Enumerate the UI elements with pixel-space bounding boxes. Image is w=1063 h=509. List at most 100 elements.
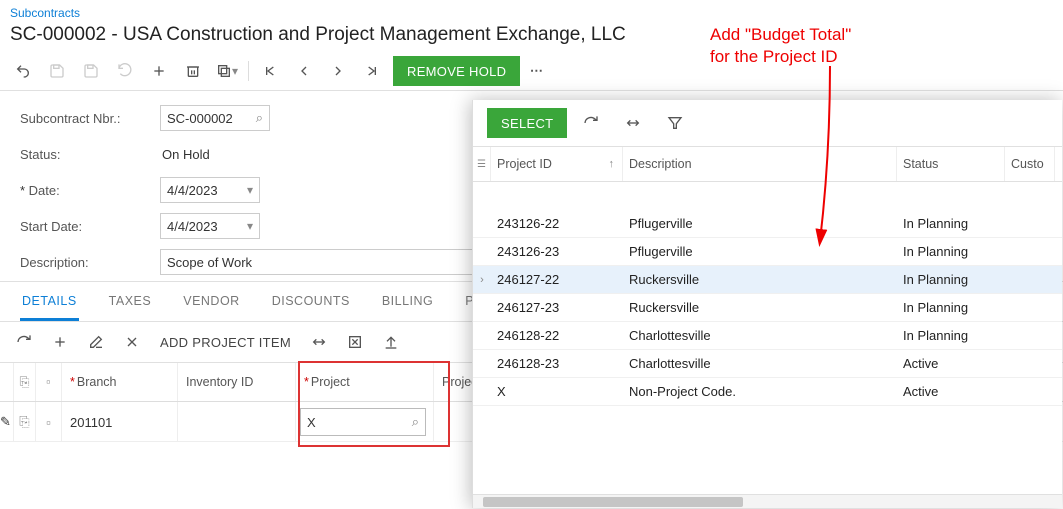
add-project-item-button[interactable]: ADD PROJECT ITEM — [150, 335, 301, 350]
popup-fit-icon[interactable] — [615, 108, 651, 138]
popup-rows-container: 243126-22PflugervilleIn Planning243126-2… — [473, 210, 1062, 406]
save-close-icon — [74, 56, 108, 86]
cell-project-id: 246128-23 — [491, 350, 623, 378]
cell-status: In Planning — [897, 238, 1005, 266]
cell-project-id: 246127-23 — [491, 294, 623, 322]
cell-description: Pflugerville — [623, 238, 897, 266]
first-icon[interactable] — [253, 56, 287, 86]
cell-description: Non-Project Code. — [623, 378, 897, 406]
grid-col-branch[interactable]: Branch — [62, 363, 178, 401]
horizontal-scrollbar[interactable] — [473, 494, 1062, 508]
toolbar-divider — [248, 61, 249, 81]
last-icon[interactable] — [355, 56, 389, 86]
popup-refresh-icon[interactable] — [573, 108, 609, 138]
start-date-value: 4/4/2023 — [167, 219, 218, 234]
edit-icon[interactable] — [78, 326, 114, 358]
row-notes-icon[interactable]: ▫ — [36, 402, 62, 442]
cell-customer — [1005, 210, 1055, 238]
export-excel-icon[interactable] — [337, 326, 373, 358]
tab-billing[interactable]: BILLING — [380, 282, 435, 321]
add-row-icon[interactable] — [42, 326, 78, 358]
chevron-down-icon[interactable]: ▾ — [247, 183, 253, 197]
cell-project-id: 243126-22 — [491, 210, 623, 238]
main-toolbar: ▾ REMOVE HOLD ⋯ — [0, 52, 1063, 91]
cell-customer — [1005, 350, 1055, 378]
cell-customer — [1005, 238, 1055, 266]
status-label: Status: — [20, 147, 160, 162]
cell-status: In Planning — [897, 210, 1005, 238]
select-button[interactable]: SELECT — [487, 108, 567, 138]
scrollbar-thumb[interactable] — [483, 497, 743, 507]
date-input[interactable]: 4/4/2023 ▾ — [160, 177, 260, 203]
search-icon[interactable]: ⌕ — [256, 110, 263, 126]
row-indicator — [473, 322, 491, 350]
cell-project-id: X — [491, 378, 623, 406]
refresh-icon[interactable] — [6, 326, 42, 358]
grid-col-inventory[interactable]: Inventory ID — [178, 363, 296, 401]
popup-toolbar: SELECT — [473, 100, 1062, 146]
upload-icon[interactable] — [373, 326, 409, 358]
cell-status: In Planning — [897, 266, 1005, 294]
cell-status: Active — [897, 378, 1005, 406]
annotation-highlight-box — [298, 361, 450, 447]
popup-row[interactable]: 243126-22PflugervilleIn Planning — [473, 210, 1062, 238]
popup-row[interactable]: 243126-23PflugervilleIn Planning — [473, 238, 1062, 266]
description-label: Description: — [20, 255, 160, 270]
popup-row[interactable]: 246128-23CharlottesvilleActive — [473, 350, 1062, 378]
page-title: SC-000002 - USA Construction and Project… — [0, 22, 1063, 52]
tab-taxes[interactable]: TAXES — [107, 282, 154, 321]
description-value: Scope of Work — [167, 255, 252, 270]
grid-col-select — [0, 363, 14, 401]
start-date-input[interactable]: 4/4/2023 ▾ — [160, 213, 260, 239]
popup-row[interactable]: XNon-Project Code.Active — [473, 378, 1062, 406]
delete-row-icon[interactable] — [114, 326, 150, 358]
subcontract-nbr-label: Subcontract Nbr.: — [20, 111, 160, 126]
row-attach-icon[interactable]: ⎘ — [14, 402, 36, 442]
add-icon[interactable] — [142, 56, 176, 86]
row-indicator — [473, 294, 491, 322]
popup-col-project-id[interactable]: Project ID↑ — [491, 147, 623, 181]
project-lookup-popup: SELECT ☰ Project ID↑ Description Status … — [472, 100, 1062, 508]
row-branch-cell[interactable]: 201101 — [62, 402, 178, 442]
undo-icon — [108, 56, 142, 86]
cell-customer — [1005, 266, 1055, 294]
fit-columns-icon[interactable] — [301, 326, 337, 358]
cell-customer — [1005, 294, 1055, 322]
popup-col-indicator: ☰ — [473, 147, 491, 181]
cell-project-id: 246127-22 — [491, 266, 623, 294]
popup-row[interactable]: ›246127-22RuckersvilleIn Planning — [473, 266, 1062, 294]
subcontract-nbr-input[interactable]: SC-000002 ⌕ — [160, 105, 270, 131]
start-date-label: Start Date: — [20, 219, 160, 234]
popup-col-description[interactable]: Description — [623, 147, 897, 181]
delete-icon[interactable] — [176, 56, 210, 86]
date-value: 4/4/2023 — [167, 183, 218, 198]
chevron-down-icon[interactable]: ▾ — [247, 219, 253, 233]
popup-col-customer[interactable]: Custo — [1005, 147, 1055, 181]
popup-row[interactable]: 246127-23RuckersvilleIn Planning — [473, 294, 1062, 322]
more-actions-icon[interactable]: ⋯ — [520, 56, 554, 86]
remove-hold-button[interactable]: REMOVE HOLD — [393, 56, 520, 86]
cell-description: Ruckersville — [623, 266, 897, 294]
cell-description: Charlottesville — [623, 322, 897, 350]
row-inventory-cell[interactable] — [178, 402, 296, 442]
copy-dropdown-icon[interactable]: ▾ — [210, 56, 244, 86]
popup-row[interactable]: 246128-22CharlottesvilleIn Planning — [473, 322, 1062, 350]
back-icon[interactable] — [6, 56, 40, 86]
description-input[interactable]: Scope of Work — [160, 249, 480, 275]
tab-vendor[interactable]: VENDOR — [181, 282, 241, 321]
tab-discounts[interactable]: DISCOUNTS — [270, 282, 352, 321]
popup-filter-icon[interactable] — [657, 108, 693, 138]
breadcrumb-link[interactable]: Subcontracts — [0, 0, 1063, 22]
subcontract-nbr-value: SC-000002 — [167, 111, 233, 126]
tab-details[interactable]: DETAILS — [20, 282, 79, 321]
popup-col-status[interactable]: Status — [897, 147, 1005, 181]
cell-project-id: 246128-22 — [491, 322, 623, 350]
grid-col-attach: ⎘ — [14, 363, 36, 401]
cell-customer — [1005, 378, 1055, 406]
cell-description: Charlottesville — [623, 350, 897, 378]
row-indicator — [473, 350, 491, 378]
save-icon — [40, 56, 74, 86]
cell-customer — [1005, 322, 1055, 350]
prev-icon[interactable] — [287, 56, 321, 86]
next-icon[interactable] — [321, 56, 355, 86]
